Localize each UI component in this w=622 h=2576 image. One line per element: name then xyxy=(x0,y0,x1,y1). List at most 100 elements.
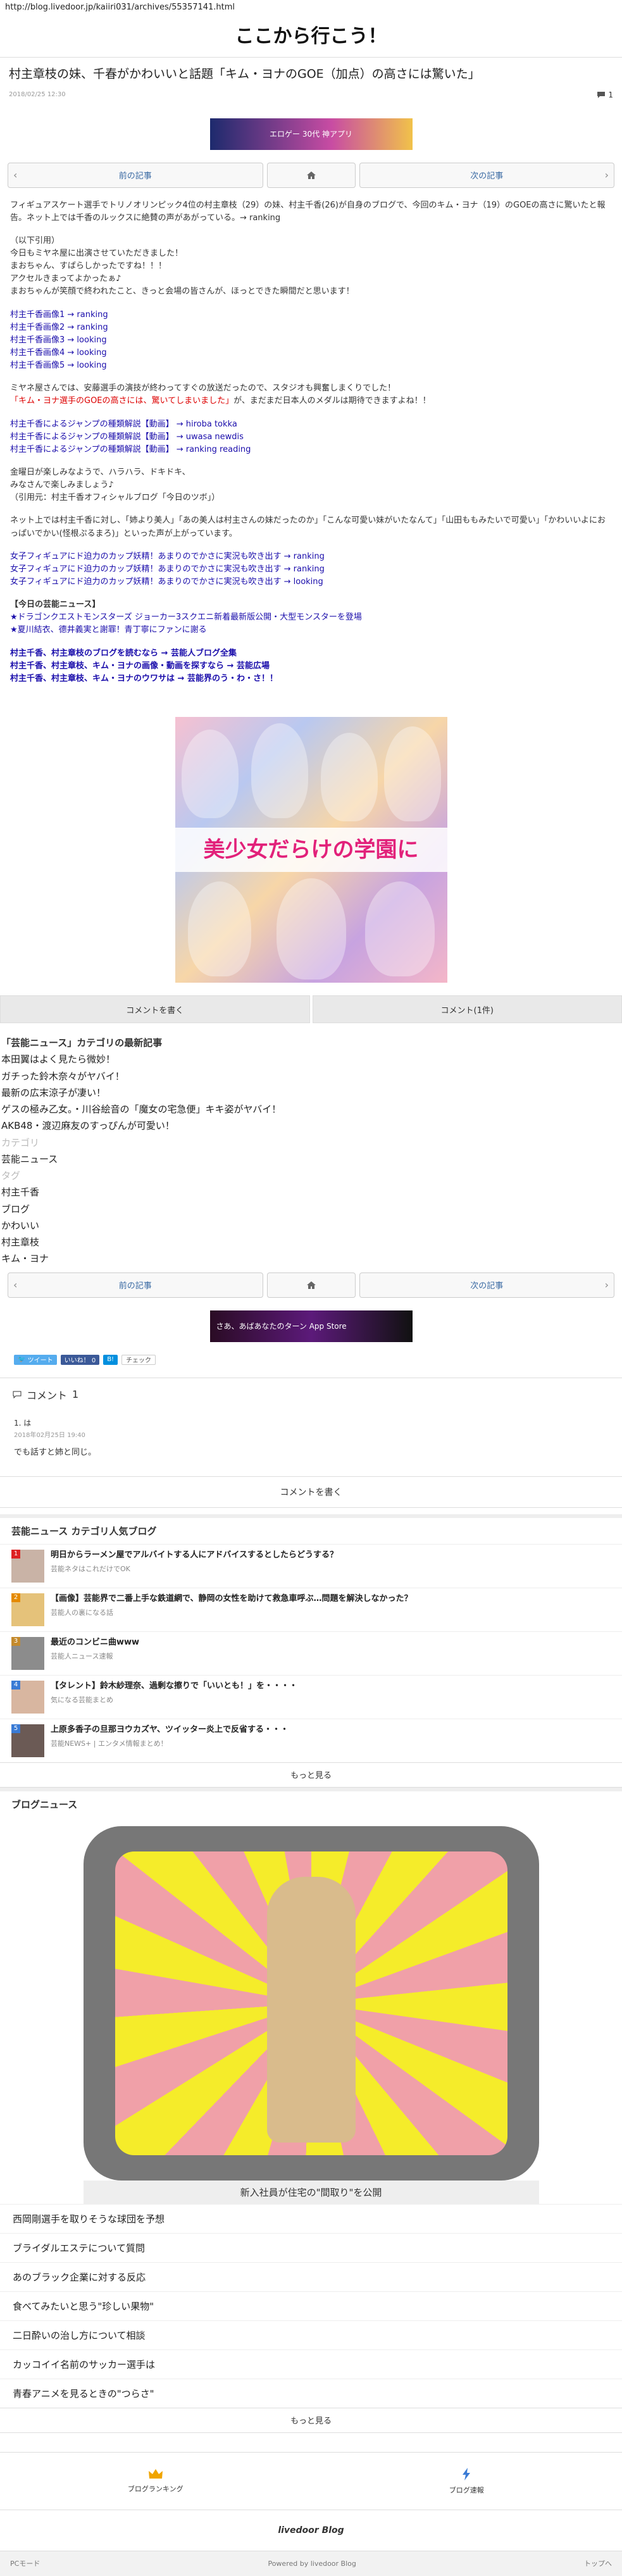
image-link[interactable]: 村主千香画像3 → looking xyxy=(10,335,107,345)
chevron-right-icon: › xyxy=(605,169,609,181)
back-to-top-link[interactable]: トップへ xyxy=(584,2558,612,2568)
related-link[interactable]: 女子フィギュアにド迫力のカップ妖精！あまりのでかさに実況も吹き出す → look… xyxy=(10,577,323,587)
jump-link[interactable]: 村主千香によるジャンプの種類解説【動画】 → uwasa newdis xyxy=(10,432,244,442)
news-link[interactable]: ★夏川結衣、德井義実と謝罪！青丁寧にファンに謝る xyxy=(10,625,207,635)
livedoor-logo[interactable]: livedoor Blog xyxy=(0,2510,622,2551)
image-link[interactable]: 村主千香画像1 → ranking xyxy=(10,310,108,320)
next-label: 次の記事 xyxy=(470,169,503,181)
related-link[interactable]: 女子フィギュアにド迫力のカップ妖精！あまりのでかさに実況も吹き出す → rank… xyxy=(10,564,325,574)
popular-source: 芸能人ニュース速報 xyxy=(51,1651,139,1661)
news-item[interactable]: 二日酔いの治し方について相談 xyxy=(0,2320,622,2349)
tag-link[interactable]: 村主章枝 xyxy=(0,1234,622,1250)
tweet-button[interactable]: 🐦 ツイート xyxy=(14,1355,57,1365)
write-comment-button[interactable]: コメントを書く xyxy=(0,1476,622,1508)
hatena-button[interactable]: B! xyxy=(103,1355,118,1365)
blog-news-link[interactable]: ブログ速報 xyxy=(311,2453,622,2510)
home-button[interactable] xyxy=(267,1272,356,1298)
blog-news: ブログニュース 新入社員が住宅の"間取り"を公開 西岡剛選手を取りそうな球団を予… xyxy=(0,1788,622,2433)
category-article-link[interactable]: 最新の広末涼子が凄い！ xyxy=(0,1085,622,1101)
article-meta: 2018/02/25 12:30 1 xyxy=(9,90,613,99)
check-button[interactable]: チェック xyxy=(121,1355,156,1365)
news-item[interactable]: 西岡剛選手を取りそうな球団を予想 xyxy=(0,2204,622,2233)
popular-item[interactable]: 1 明日からラーメン屋でアルバイトする人にアドバイスするとしたらどうする？ 芸能ネ… xyxy=(0,1544,622,1588)
news-feature-image[interactable] xyxy=(84,1826,539,2181)
popular-item[interactable]: 2 【画像】芸能界で二番上手な鉄道網で、静岡の女性を助けて救急車呼ぶ…問題を解決… xyxy=(0,1588,622,1631)
category-article-link[interactable]: AKB48・渡辺麻友のすっぴんが可愛い！ xyxy=(0,1117,622,1134)
blog-ranking-link[interactable]: ブログランキング xyxy=(0,2453,311,2510)
popular-item[interactable]: 4 【タレント】鈴木紗理奈、過剰な擦りで「いいとも！」を・・・・気になる芸能まと… xyxy=(0,1675,622,1719)
category-heading: 「芸能ニュース」カテゴリの最新記事 xyxy=(0,1035,622,1051)
news-more-button[interactable]: もっと見る xyxy=(0,2408,622,2433)
image-link[interactable]: 村主千香画像4 → looking xyxy=(10,348,107,358)
pc-mode-link[interactable]: PCモード xyxy=(10,2558,40,2568)
category-link[interactable]: 芸能ニュース xyxy=(0,1151,622,1167)
body-text: みなさんで楽しみましょう♪ xyxy=(10,480,114,490)
twitter-icon: 🐦 xyxy=(18,1356,25,1363)
url-bar[interactable]: http://blog.livedoor.jp/kaiiri031/archiv… xyxy=(0,0,622,15)
news-item[interactable]: あのブラック企業に対する反応 xyxy=(0,2262,622,2291)
final-link[interactable]: 村主千香、村主章枝のブログを読むなら → 芸能人ブログ全集 xyxy=(10,649,237,658)
tag-link[interactable]: かわいい xyxy=(0,1217,622,1234)
comment-text: でも話すと姉と同じ。 xyxy=(14,1445,608,1457)
comment-icon xyxy=(597,91,606,99)
next-article-button[interactable]: 次の記事› xyxy=(359,1272,615,1298)
quote-line: まおちゃんが笑顔で終われたこと、きっと会場の皆さんが、ほっとできた瞬間だと思いま… xyxy=(10,287,354,296)
prev-article-button[interactable]: ‹前の記事 xyxy=(8,1272,263,1298)
news-item[interactable]: 青春アニメを見るときの"つらさ" xyxy=(0,2379,622,2408)
prev-article-button[interactable]: ‹前の記事 xyxy=(8,163,263,188)
like-button[interactable]: いいね！ 0 xyxy=(61,1355,100,1365)
site-title[interactable]: ここから行こう！ xyxy=(0,15,622,57)
news-item[interactable]: ブライダルエステについて質問 xyxy=(0,2233,622,2262)
top-ad-banner[interactable]: エロゲー 30代 神アプリ xyxy=(210,118,413,150)
view-comments-button[interactable]: コメント(1件) xyxy=(313,995,622,1023)
final-link[interactable]: 村主千香、村主章枝、キム・ヨナの画像・動画を探すなら → 芸能広場 xyxy=(10,661,270,671)
tag-link[interactable]: ブログ xyxy=(0,1201,622,1217)
comments-count: 1 xyxy=(72,1388,78,1400)
jump-link[interactable]: 村主千香によるジャンプの種類解説【動画】 → ranking reading xyxy=(10,445,251,454)
image-link[interactable]: 村主千香画像2 → ranking xyxy=(10,323,108,332)
home-icon xyxy=(306,1281,316,1290)
popular-item[interactable]: 5 上原多香子の旦那ヨウカズヤ、ツイッター炎上で反省する・・・芸能NEWS+ |… xyxy=(0,1719,622,1762)
tag-link[interactable]: キム・ヨナ xyxy=(0,1250,622,1267)
home-button[interactable] xyxy=(267,163,356,188)
image-link[interactable]: 村主千香画像5 → looking xyxy=(10,361,107,370)
jump-link[interactable]: 村主千香によるジャンプの種類解説【動画】 → hiroba tokka xyxy=(10,420,237,429)
news-feature-caption[interactable]: 新入社員が住宅の"間取り"を公開 xyxy=(84,2181,539,2204)
jump-links: 村主千香によるジャンプの種類解説【動画】 → hiroba tokka 村主千香… xyxy=(10,418,612,456)
final-links: 村主千香、村主章枝のブログを読むなら → 芸能人ブログ全集 村主千香、村主章枝、… xyxy=(10,647,612,685)
final-link[interactable]: 村主千香、村主章枝、キム・ヨナのウワサは → 芸能界のう・わ・さ！！ xyxy=(10,674,278,683)
comment-count: 1 xyxy=(608,90,613,99)
thumbnail: 5 xyxy=(11,1724,44,1757)
category-article-link[interactable]: 本田翼はよく見たら微妙！ xyxy=(0,1051,622,1067)
category-article-link[interactable]: ガチった鈴木奈々がヤバイ！ xyxy=(0,1068,622,1085)
category-label: カテゴリ xyxy=(0,1135,622,1151)
thumbnail: 4 xyxy=(11,1681,44,1714)
tag-link[interactable]: 村主千香 xyxy=(0,1184,622,1200)
body-text: ミヤネ屋さんでは、安藤選手の演技が終わってすぐの放送だったので、スタジオも興奮し… xyxy=(10,383,395,393)
popular-source: 芸能ネタはこれだけでOK xyxy=(51,1564,338,1574)
highlight-text: 「キム・ヨナ選手のGOEの高さには、驚いてしまいました」 xyxy=(10,396,233,406)
popular-item[interactable]: 3 最近のコンビニ曲www芸能人ニュース速報 xyxy=(0,1631,622,1675)
rank-badge: 1 xyxy=(11,1550,20,1559)
today-news-heading: 【今日の芸能ニュース】 xyxy=(10,600,100,609)
write-comment-button[interactable]: コメントを書く xyxy=(0,995,310,1023)
news-link[interactable]: ★ドラゴンクエストモンスターズ ジョーカー3スクエニ新着最新版公開・大型モンスタ… xyxy=(10,613,362,622)
popular-more-button[interactable]: もっと見る xyxy=(0,1762,622,1788)
thumbnail: 2 xyxy=(11,1593,44,1626)
tag-label: タグ xyxy=(0,1167,622,1184)
thumbnail: 3 xyxy=(11,1637,44,1670)
comment-author: 1. は xyxy=(14,1417,608,1428)
bottom-ad-banner[interactable]: さあ、あばあなたのターン App Store xyxy=(210,1310,413,1342)
news-item[interactable]: 食べてみたいと思う"珍しい果物" xyxy=(0,2291,622,2320)
comments-section: コメント 1 1. は 2018年02月25日 19:40 でも話すと姉と同じ。… xyxy=(0,1378,622,1508)
next-article-button[interactable]: 次の記事 › xyxy=(359,163,615,188)
category-article-link[interactable]: ゲスの極み乙女。・川谷絵音の「魔女の宅急便」キキ姿がヤバイ！ xyxy=(0,1101,622,1117)
popular-title: 明日からラーメン屋でアルバイトする人にアドバイスするとしたらどうする？ xyxy=(51,1550,338,1561)
comment-count-link[interactable]: 1 xyxy=(597,90,613,99)
related-link[interactable]: 女子フィギュアにド迫力のカップ妖精！あまりのでかさに実況も吹き出す → rank… xyxy=(10,552,325,561)
news-list: 西岡剛選手を取りそうな球団を予想 ブライダルエステについて質問 あのブラック企業… xyxy=(0,2204,622,2408)
news-item[interactable]: カッコイイ名前のサッカー選手は xyxy=(0,2349,622,2379)
comments-title: コメント xyxy=(27,1387,67,1402)
ad-illustration[interactable]: 美少女だらけの学園に xyxy=(175,717,447,983)
body-paragraph: ミヤネ屋さんでは、安藤選手の演技が終わってすぐの放送だったので、スタジオも興奮し… xyxy=(10,382,612,408)
